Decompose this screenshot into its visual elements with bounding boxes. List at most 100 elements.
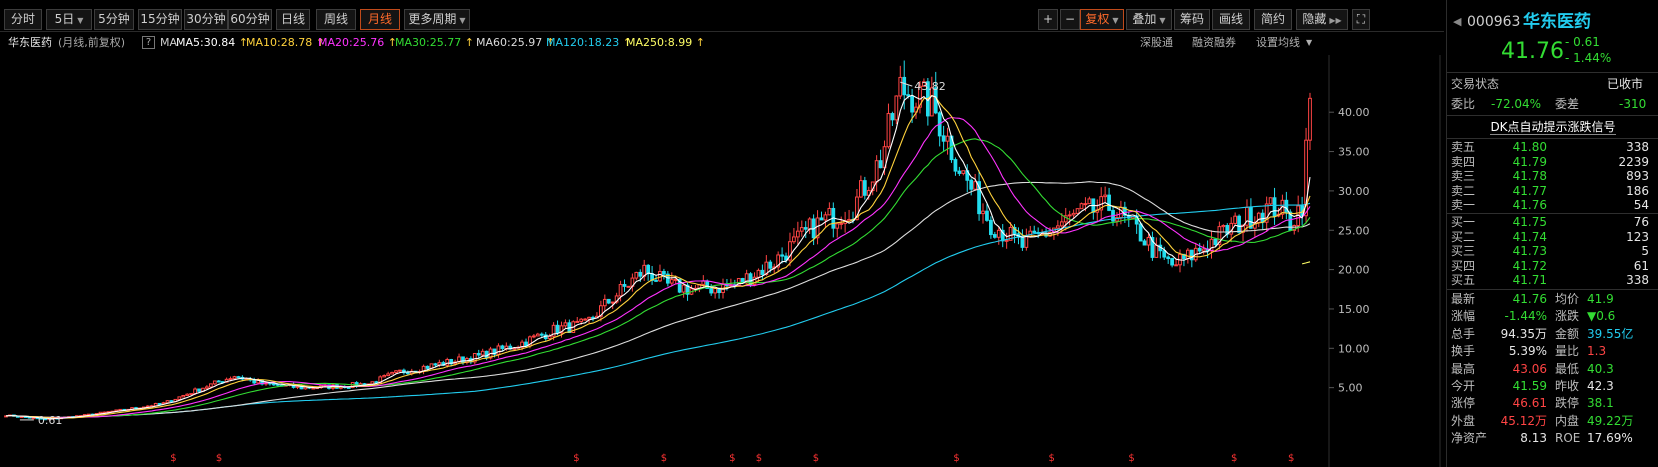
chevron-down-icon: ▼ bbox=[1112, 16, 1119, 25]
chevron-down-icon: ▼ bbox=[1159, 16, 1166, 25]
bid-row: 买五 41.71 338 bbox=[1447, 273, 1658, 288]
candle-up bbox=[394, 370, 398, 373]
tab-15min[interactable]: 15分钟 bbox=[138, 9, 182, 30]
candle-down bbox=[539, 333, 544, 336]
signal-mark: $ bbox=[216, 453, 222, 464]
stat-row: 最高 43.06 最低 40.3 bbox=[1447, 361, 1658, 378]
chevron-down-icon[interactable]: ▼ bbox=[1306, 33, 1312, 53]
zoom-out-button[interactable]: − bbox=[1060, 9, 1080, 30]
signal-mark: $ bbox=[729, 453, 735, 464]
candle-up bbox=[1185, 249, 1190, 259]
candle-down bbox=[862, 180, 867, 196]
overlay-button[interactable]: 叠加 ▼ bbox=[1126, 9, 1172, 30]
ask-row: 卖三 41.78 893 bbox=[1447, 169, 1658, 184]
weicha-value: -310 bbox=[1619, 97, 1647, 111]
simple-button[interactable]: 简约 bbox=[1254, 9, 1292, 30]
help-icon[interactable]: ? bbox=[142, 36, 155, 49]
link-ma-settings[interactable]: 设置均线 bbox=[1256, 33, 1300, 53]
weicha-label: 委差 bbox=[1555, 97, 1580, 111]
ma-value-text: MA120:18.23 bbox=[546, 36, 620, 49]
candle-up bbox=[792, 236, 796, 243]
tab-monthly[interactable]: 月线 bbox=[360, 9, 400, 30]
signal-mark: $ bbox=[1048, 453, 1054, 464]
candle-down bbox=[780, 254, 784, 257]
order-ratio-row: 委比 -72.04% 委差 -310 bbox=[1447, 94, 1658, 114]
stock-name: 华东医药 bbox=[1523, 12, 1591, 32]
monthly-kline-chart[interactable]: 40.00 35.00 30.00 25.00 20.00 15.00 10.00 5.00 4… bbox=[0, 55, 1444, 467]
candle-down bbox=[985, 210, 989, 221]
stat-label: 净资产 bbox=[1451, 431, 1488, 446]
candle-down bbox=[555, 324, 560, 334]
candle-up bbox=[587, 316, 591, 320]
tab-60min[interactable]: 60分钟 bbox=[228, 9, 272, 30]
hide-button[interactable]: 隐藏 ▶▶ bbox=[1296, 9, 1348, 30]
tab-5day[interactable]: 5日 ▼ bbox=[46, 9, 92, 30]
candle-down bbox=[1272, 197, 1277, 217]
ma-value-4: MA60:25.97 ↑ bbox=[476, 33, 555, 53]
y-tick-label: 5.00 bbox=[1338, 382, 1363, 395]
chevron-left-icon[interactable]: ◀ bbox=[1453, 10, 1461, 34]
draw-button[interactable]: 画线 bbox=[1212, 9, 1250, 30]
signal-mark: $ bbox=[1128, 453, 1134, 464]
stock-code: 000963 bbox=[1467, 14, 1521, 30]
divider bbox=[1447, 289, 1658, 290]
candle-up bbox=[390, 371, 394, 375]
candle-up bbox=[859, 180, 863, 198]
candle-down bbox=[709, 287, 714, 294]
tab-intraday[interactable]: 分时 bbox=[4, 9, 42, 30]
link-shengutong[interactable]: 深股通 bbox=[1140, 33, 1173, 53]
dk-signal-link[interactable]: DK点自动提示涨跌信号 bbox=[1490, 120, 1616, 135]
stat-label: 今开 bbox=[1451, 379, 1476, 393]
candle-up bbox=[1071, 212, 1076, 216]
chart-panel: 分时 5日 ▼ 5分钟 15分钟 30分钟 60分钟 日线 周线 月线 更多周期 ▼ + − 复权 ▼ 叠加 ▼ 筹… bbox=[0, 0, 1444, 467]
candle-up bbox=[602, 298, 607, 307]
candle-up bbox=[579, 318, 584, 322]
candle-up bbox=[205, 386, 209, 389]
tab-more-periods[interactable]: 更多周期 ▼ bbox=[404, 9, 470, 30]
candle-up bbox=[496, 345, 501, 355]
divider bbox=[1447, 115, 1658, 116]
draw-button-label: 画线 bbox=[1218, 12, 1243, 26]
ma-value-text: MA20:25.76 bbox=[318, 36, 385, 49]
stat-value: 40.3 bbox=[1587, 361, 1614, 376]
candle-down bbox=[1197, 247, 1202, 252]
price-change-pct: - 1.44% bbox=[1565, 51, 1612, 65]
candle-down bbox=[622, 284, 627, 287]
tab-daily[interactable]: 日线 bbox=[276, 9, 310, 30]
candle-down bbox=[819, 217, 824, 221]
candle-up bbox=[610, 301, 615, 304]
ma-value-0: MA5:30.84 ↑ bbox=[176, 33, 248, 53]
candle-up bbox=[445, 359, 450, 366]
bid-label: 买一 bbox=[1451, 215, 1476, 229]
tab-weekly[interactable]: 周线 bbox=[316, 9, 356, 30]
candle-down bbox=[272, 383, 276, 386]
candle-up bbox=[1256, 212, 1261, 223]
ask-price: 41.76 bbox=[1512, 198, 1547, 213]
ask-label: 卖一 bbox=[1451, 198, 1476, 213]
stat-value: 1.3 bbox=[1587, 344, 1607, 359]
candle-up bbox=[177, 396, 182, 400]
stat-label: 均价 bbox=[1555, 292, 1580, 306]
fullscreen-icon[interactable]: ⛶ bbox=[1352, 9, 1370, 30]
chip-button[interactable]: 筹码 bbox=[1174, 9, 1210, 30]
adjust-button[interactable]: 复权 ▼ bbox=[1080, 9, 1124, 30]
candle-down bbox=[654, 279, 658, 282]
dk-signal-link-row: DK点自动提示涨跌信号 bbox=[1447, 117, 1658, 137]
tab-5min[interactable]: 5分钟 bbox=[94, 9, 134, 30]
stat-value: 8.13 bbox=[1520, 431, 1547, 446]
candle-up bbox=[547, 335, 552, 340]
candle-up bbox=[807, 218, 812, 230]
tab-monthly-label: 月线 bbox=[367, 12, 392, 26]
candle-down bbox=[1249, 206, 1253, 229]
candle-up bbox=[1221, 225, 1226, 228]
candle-down bbox=[1162, 250, 1167, 258]
candle-up bbox=[1075, 208, 1080, 214]
stat-value: 46.61 bbox=[1512, 396, 1547, 411]
link-margin-trading[interactable]: 融资融券 bbox=[1192, 33, 1236, 53]
zoom-in-button[interactable]: + bbox=[1038, 9, 1058, 30]
tab-30min[interactable]: 30分钟 bbox=[184, 9, 228, 30]
ma-label: MA bbox=[160, 36, 178, 49]
candle-up bbox=[1308, 97, 1312, 141]
candle-up bbox=[681, 284, 686, 293]
candle-up bbox=[1079, 203, 1084, 210]
